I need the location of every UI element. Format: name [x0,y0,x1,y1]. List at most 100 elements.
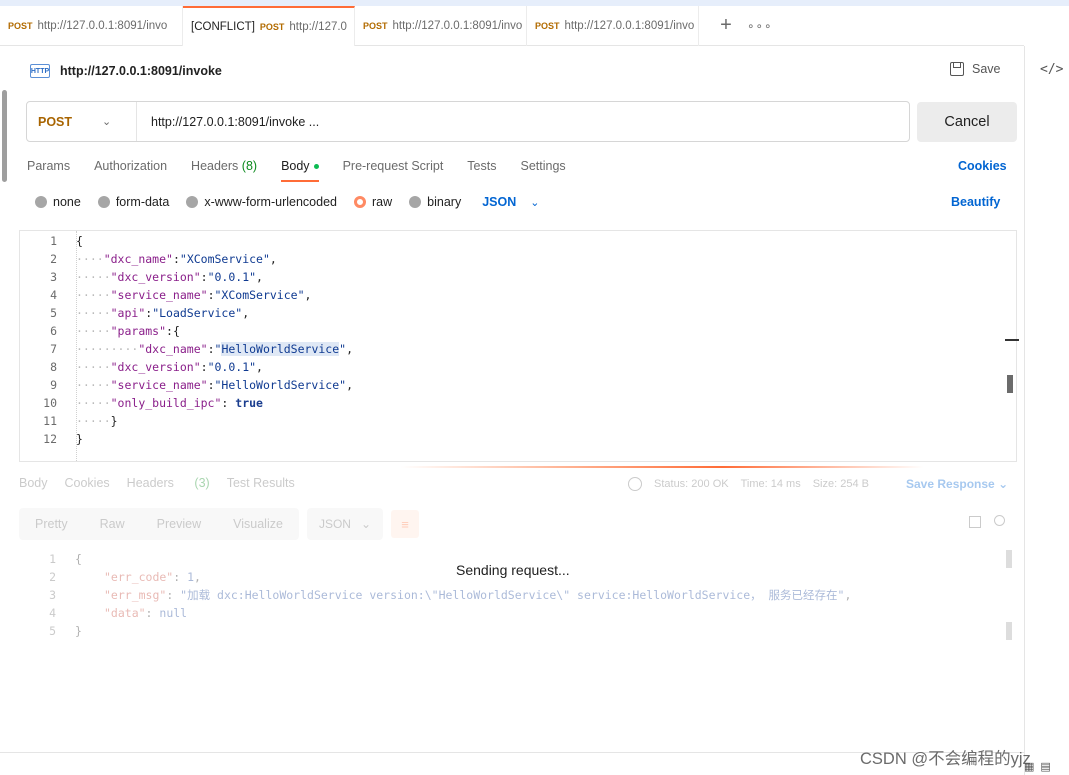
save-response-button[interactable]: Save Response ⌄ [906,477,1008,491]
editor-line[interactable]: 12} [20,430,1000,448]
chevron-down-icon: ⌄ [102,116,112,128]
request-tab-1[interactable]: POST http://127.0.0.1:8091/invo [0,6,183,46]
cookies-link[interactable]: Cookies [958,159,1007,173]
radio-raw-label: raw [372,195,393,209]
code-text: "err_code": 1, [104,570,201,584]
editor-line[interactable]: 9 ·····"service_name":"HelloWorldService"… [20,376,1000,394]
radio-urlencoded[interactable]: x-www-form-urlencoded [186,195,337,209]
response-format-select[interactable]: JSON ⌄ [306,508,384,540]
radio-circle [186,196,199,208]
view-visualize[interactable]: Visualize [217,508,299,540]
request-tabs: Params Authorization Headers (8) Body Pr… [27,152,590,182]
tab-body[interactable]: Body [281,152,319,182]
cancel-button[interactable]: Cancel [917,102,1017,142]
response-time: Time: 14 ms [740,478,801,490]
code-text: ·····"service_name":"XComService", [76,288,312,302]
radio-raw[interactable]: raw [354,195,392,209]
code-text: ·····} [76,414,118,428]
line-number: 1 [49,552,56,566]
radio-binary[interactable]: binary [409,195,461,209]
response-status: Status: 200 OK [654,478,729,490]
code-snippet-icon[interactable]: </> [1040,62,1063,77]
editor-line[interactable]: 11 ·····} [20,412,1000,430]
editor-line[interactable]: 3 ·····"dxc_version":"0.0.1", [20,268,1000,286]
format-select[interactable]: JSON [482,195,516,209]
globe-icon[interactable] [628,477,642,491]
url-input[interactable]: http://127.0.0.1:8091/invoke ... [137,115,319,129]
response-scrollbar-thumb[interactable] [1006,622,1012,640]
line-number: 5 [50,306,57,320]
line-number: 11 [43,414,57,428]
code-text: ·····"dxc_version":"0.0.1", [76,360,263,374]
request-tab-bar: POST http://127.0.0.1:8091/invo [CONFLIC… [0,6,1024,46]
tab-body-label: Body [281,159,310,173]
save-response-label: Save Response [906,477,995,491]
save-button[interactable]: Save [950,62,1001,76]
resp-tab-cookies[interactable]: Cookies [65,476,110,490]
left-scrollbar-thumb[interactable] [2,90,7,182]
editor-line[interactable]: 1{ [20,232,1000,250]
line-number: 10 [43,396,57,410]
request-tab-2[interactable]: [CONFLICT] POST http://127.0 [183,6,355,46]
copy-icon[interactable] [969,516,981,528]
radio-circle [409,196,422,208]
panel-resize-divider[interactable] [19,466,1024,468]
resp-tab-headers[interactable]: Headers (3) [127,476,210,490]
tab-headers[interactable]: Headers (8) [191,152,257,182]
request-title[interactable]: http://127.0.0.1:8091/invoke [60,64,222,78]
chevron-down-icon: ⌄ [360,517,372,531]
view-preview[interactable]: Preview [140,508,218,540]
editor-line[interactable]: 10 ·····"only_build_ipc": true [20,394,1000,412]
method-select[interactable]: POST ⌄ [27,102,137,141]
search-icon[interactable] [994,515,1005,526]
view-pretty[interactable]: Pretty [19,508,84,540]
tab-settings[interactable]: Settings [520,152,565,182]
beautify-link[interactable]: Beautify [951,195,1000,209]
save-icon [950,62,964,76]
tab-prerequest-script[interactable]: Pre-request Script [343,152,444,182]
wrap-lines-icon[interactable]: ≡ [391,510,420,538]
resp-tab-body[interactable]: Body [19,476,48,490]
tab-url: http://127.0.0.1:8091/invo [392,20,523,32]
request-tab-3[interactable]: POST http://127.0.0.1:8091/invo [355,6,527,46]
editor-line[interactable]: 4 ·····"service_name":"XComService", [20,286,1000,304]
left-scrollbar[interactable] [0,90,8,190]
http-icon: HTTP [30,64,50,78]
line-number: 12 [43,432,57,446]
editor-scrollbar-thumb[interactable] [1007,375,1013,393]
response-panel: Body Cookies Headers (3) Test Results St… [0,470,1024,760]
editor-line[interactable]: 7 ·········"dxc_name":"HelloWorldService"… [20,340,1000,358]
code-text: ·····"api":"LoadService", [76,306,250,320]
response-format-value: JSON [318,517,351,531]
radio-none-label: none [53,195,81,209]
resp-tab-test-results[interactable]: Test Results [227,476,295,490]
editor-line[interactable]: 8 ·····"dxc_version":"0.0.1", [20,358,1000,376]
response-view-bar: Pretty Raw Preview Visualize JSON ⌄ ≡ [19,508,420,540]
radio-form-data[interactable]: form-data [97,195,170,209]
line-number: 6 [50,324,57,338]
response-line: 3 "err_msg": "加载 dxc:HelloWorldService ve… [19,586,999,604]
editor-line[interactable]: 6 ·····"params":{ [20,322,1000,340]
editor-line[interactable]: 2 ····"dxc_name":"XComService", [20,250,1000,268]
tab-headers-label: Headers [191,159,239,173]
view-raw[interactable]: Raw [83,508,141,540]
radio-binary-label: binary [427,195,462,209]
tab-tests[interactable]: Tests [467,152,496,182]
code-text: ·····"service_name":"HelloWorldService", [76,378,353,392]
editor-line[interactable]: 5 ·····"api":"LoadService", [20,304,1000,322]
code-text: ·········"dxc_name":"HelloWorldService", [76,342,354,356]
line-number: 1 [50,234,57,248]
radio-none[interactable]: none [35,195,81,209]
radio-circle [35,196,47,208]
radio-form-data-label: form-data [115,195,170,209]
tab-params[interactable]: Params [27,152,70,182]
tab-authorization[interactable]: Authorization [94,152,167,182]
request-body-editor[interactable]: 1{2 ····"dxc_name":"XComService", 3 ·····"d… [19,230,1019,462]
layout-icons[interactable]: ▦▤ [1024,760,1057,773]
method-value: POST [38,114,73,129]
request-tab-4[interactable]: POST http://127.0.0.1:8091/invo [527,6,699,46]
chevron-down-icon[interactable]: ⌄ [530,196,539,209]
more-tabs-icon[interactable]: ∘∘∘ [747,19,773,33]
line-number: 7 [50,342,57,356]
new-tab-plus-icon[interactable]: + [711,14,741,37]
